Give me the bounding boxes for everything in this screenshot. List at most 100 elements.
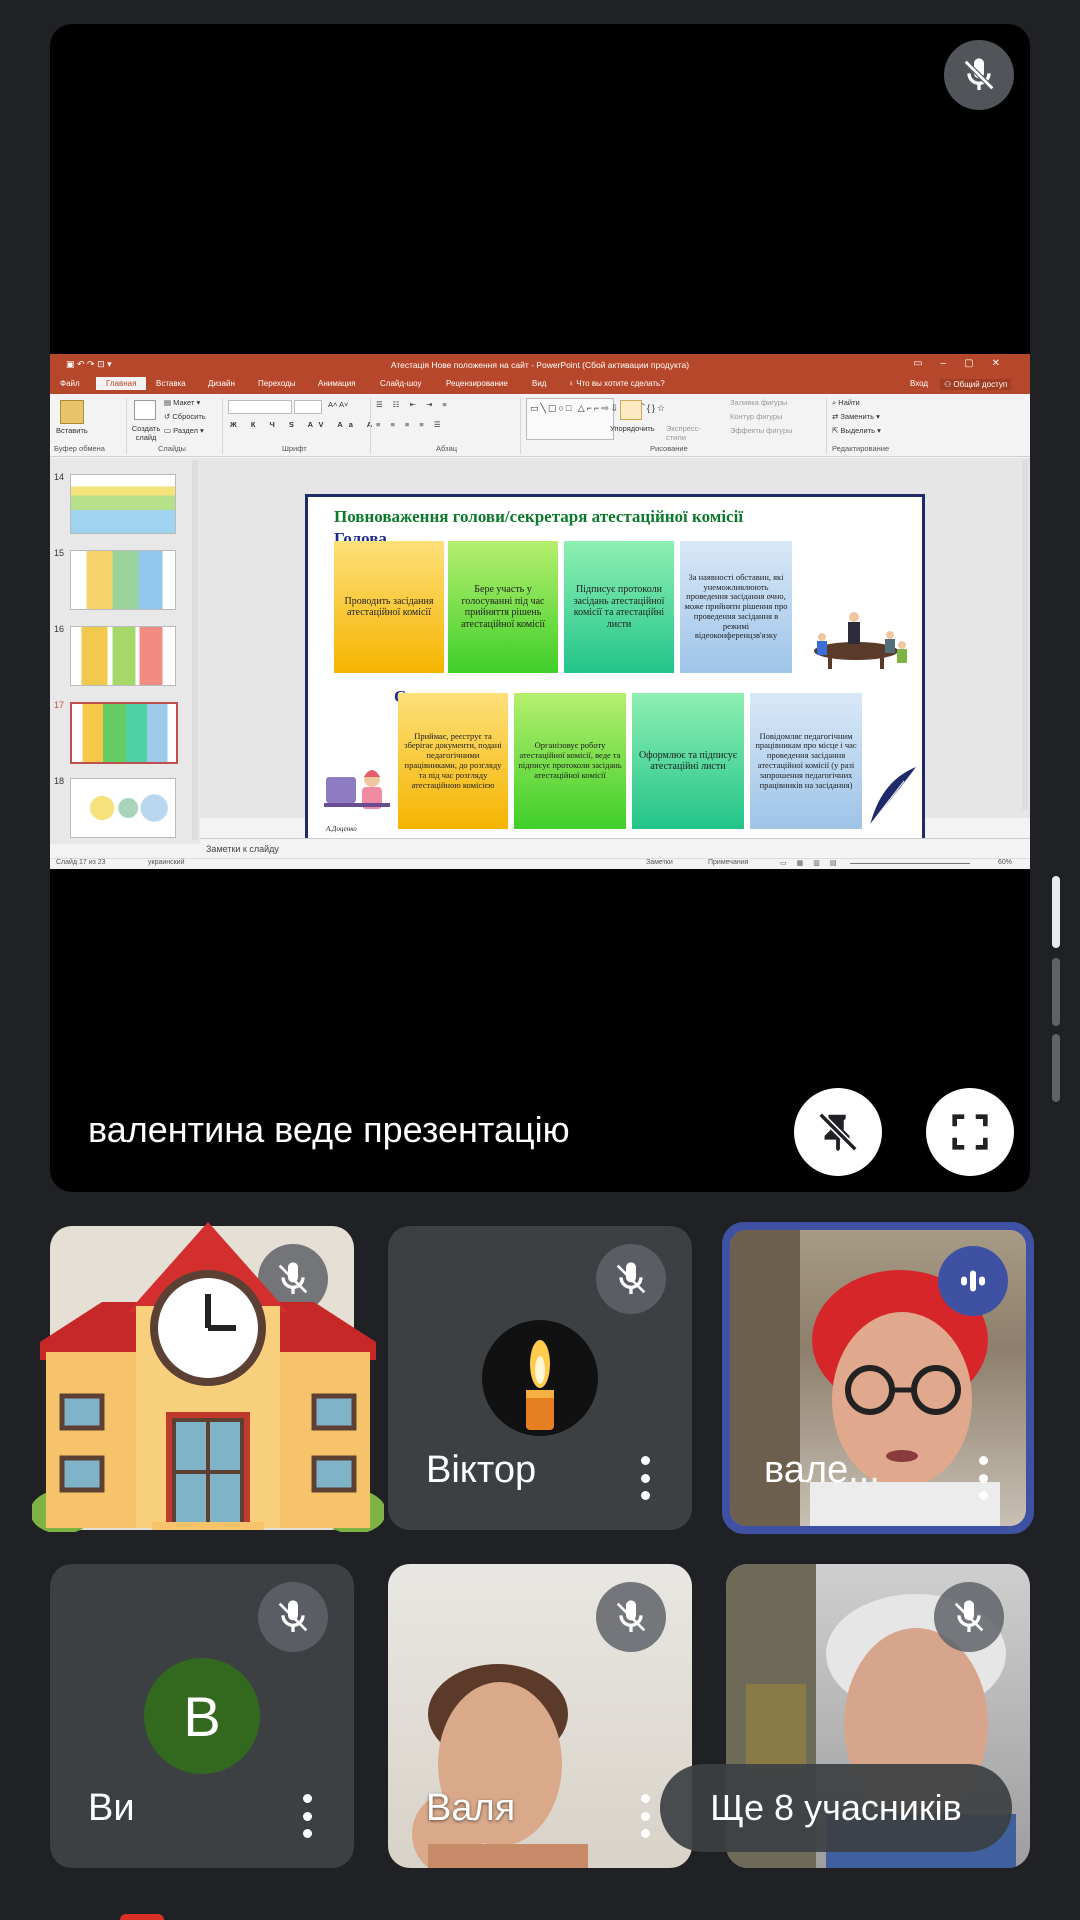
slide-thumbnail[interactable] <box>70 778 176 838</box>
participant-name: Ви <box>88 1787 135 1829</box>
scroll-indicator <box>1052 1034 1060 1102</box>
paste-button[interactable]: Вставить <box>56 426 88 435</box>
share-button[interactable]: ⚇ Общий доступ <box>940 379 1012 390</box>
status-slide-count: Слайд 17 из 23 <box>56 859 106 866</box>
tab-insert[interactable]: Вставка <box>156 379 186 388</box>
tab-file[interactable]: Файл <box>60 379 80 388</box>
thumb-number: 14 <box>54 472 65 482</box>
find-button[interactable]: ⌕ Найти <box>832 398 860 408</box>
fullscreen-icon <box>952 1114 988 1150</box>
scroll-indicator <box>1052 958 1060 1026</box>
tab-slideshow[interactable]: Слайд-шоу <box>380 379 421 388</box>
arrange-icon[interactable] <box>620 400 642 420</box>
head-card-3: Підписує протоколи засідань атестаційної… <box>564 541 674 673</box>
list-icons[interactable]: ☰ ☷ ⇤ ⇥ ≡ <box>376 400 451 409</box>
replace-label: Заменить <box>840 412 875 421</box>
shape-fill-button[interactable]: Заливка фигуры <box>730 398 787 407</box>
tab-review[interactable]: Рецензирование <box>446 379 508 388</box>
signin-link[interactable]: Вход <box>910 379 928 388</box>
tab-view[interactable]: Вид <box>532 379 546 388</box>
notes-pane[interactable]: Заметки к слайду <box>200 838 1030 859</box>
mic-off-icon <box>596 1582 666 1652</box>
participant-tile[interactable]: Валя <box>388 1564 692 1868</box>
participant-name: Валя <box>426 1787 516 1829</box>
tab-transitions[interactable]: Переходы <box>258 379 296 388</box>
find-label: Найти <box>838 398 860 407</box>
more-options-icon[interactable] <box>300 1794 314 1838</box>
unpin-icon <box>818 1112 858 1152</box>
meeting-illustration <box>798 609 914 671</box>
slide-thumbnail-selected[interactable] <box>70 702 178 764</box>
slide-thumbnails-pane[interactable]: 14 15 16 17 18 <box>50 458 200 844</box>
participant-tile-self[interactable]: В Ви <box>50 1564 354 1868</box>
more-participants-button[interactable]: Ще 8 учасників <box>660 1764 1012 1852</box>
layout-label: Макет <box>173 398 195 407</box>
font-name-box[interactable] <box>228 400 292 414</box>
new-slide-button[interactable]: Создать слайд <box>126 424 166 442</box>
font-format-icons[interactable]: Ж К Ч S AV Aa A <box>230 420 378 429</box>
secretary-card-2: Організовує роботу атестаційної комісії,… <box>514 693 626 829</box>
candle-avatar <box>482 1320 598 1436</box>
canvas-scrollbar[interactable] <box>1022 460 1028 810</box>
more-options-icon[interactable] <box>638 1456 652 1500</box>
tell-me-box[interactable]: ♀ Что вы хотите сделать? <box>568 379 665 388</box>
participant-name: Віктор <box>426 1449 537 1491</box>
view-buttons[interactable]: ▭▦▥▤ <box>780 859 846 867</box>
slide-thumbnail[interactable] <box>70 550 176 610</box>
tab-home[interactable]: Главная <box>96 377 147 390</box>
shapes-icons: ▭╲▢○□ △⌐⌐⇨⇩ ⌒⌒{}☆ <box>530 403 667 413</box>
select-label: Выделить <box>840 426 875 435</box>
tab-animation[interactable]: Анимация <box>318 379 356 388</box>
status-zoom[interactable]: 60% <box>998 859 1012 866</box>
slide-thumbnail[interactable] <box>70 474 176 534</box>
status-notes[interactable]: Заметки <box>646 859 673 866</box>
thumbs-scrollbar[interactable] <box>192 460 198 840</box>
more-options-icon[interactable] <box>976 1456 990 1500</box>
status-comments[interactable]: Примечания <box>708 859 748 866</box>
tab-design[interactable]: Дизайн <box>208 379 235 388</box>
thumb-number: 18 <box>54 776 65 786</box>
font-grow-icon[interactable]: A˄ A˅ <box>328 400 348 409</box>
zoom-slider[interactable] <box>850 863 970 864</box>
section-label: Раздел <box>173 426 198 435</box>
new-slide-icon[interactable] <box>134 400 156 420</box>
more-options-icon[interactable] <box>638 1794 652 1838</box>
ppt-title-bar: ▣ ↶ ↷ ⊡ ▾ Атестація Нове положення на са… <box>50 354 1030 376</box>
participant-tile-speaking[interactable]: вале... <box>722 1222 1034 1534</box>
mic-off-icon <box>596 1244 666 1314</box>
shape-effects-button[interactable]: Эффекты фигуры <box>730 426 793 435</box>
slide-title: Повноваження голови/секретаря атестаційн… <box>334 507 744 526</box>
ppt-status-bar: Слайд 17 из 23 украинский Заметки Примеч… <box>50 858 1030 869</box>
replace-button[interactable]: ⇄ Заменить ▾ <box>832 412 880 421</box>
quick-styles-button[interactable]: Экспресс-стили <box>666 424 706 442</box>
thumb-number: 17 <box>54 700 65 710</box>
slide-thumbnail[interactable] <box>70 626 176 686</box>
ppt-ribbon-tabs: Файл Главная Вставка Дизайн Переходы Ани… <box>50 376 1030 394</box>
shape-outline-button[interactable]: Контур фигуры <box>730 412 782 421</box>
participant-tile[interactable]: Віктор <box>388 1226 692 1530</box>
status-language: украинский <box>148 859 185 866</box>
group-drawing: Рисование <box>650 444 688 453</box>
fullscreen-button[interactable] <box>926 1088 1014 1176</box>
presentation-tile[interactable]: ▣ ↶ ↷ ⊡ ▾ Атестація Нове положення на са… <box>50 24 1030 1192</box>
thumb-number: 16 <box>54 624 65 634</box>
paste-icon[interactable] <box>60 400 84 424</box>
presenter-label: валентина веде презентацію <box>88 1109 570 1150</box>
ppt-window-title: Атестація Нове положення на сайт - Power… <box>390 360 690 370</box>
end-call-button-edge[interactable] <box>120 1914 164 1920</box>
section-button[interactable]: ▭ Раздел ▾ <box>164 426 204 435</box>
share-label: Общий доступ <box>953 380 1008 389</box>
select-button[interactable]: ⇱ Выделить ▾ <box>832 426 881 435</box>
candle-icon <box>526 1340 554 1430</box>
arrange-button[interactable]: Упорядочить <box>610 424 655 433</box>
participant-name: вале... <box>764 1449 880 1491</box>
group-paragraph: Абзац <box>436 444 458 453</box>
font-size-box[interactable] <box>294 400 322 414</box>
shapes-gallery[interactable]: ▭╲▢○□ △⌐⌐⇨⇩ ⌒⌒{}☆ <box>526 398 665 440</box>
align-icons[interactable]: ≡ ≡ ≡ ≡ ☰ <box>376 420 445 429</box>
ppt-ribbon: Вставить Создать слайд ▤ Макет ▾ ↺ Сброс… <box>50 394 1030 457</box>
layout-button[interactable]: ▤ Макет ▾ <box>164 398 200 407</box>
unpin-button[interactable] <box>794 1088 882 1176</box>
reset-button[interactable]: ↺ Сбросить <box>164 412 206 421</box>
speaking-indicator-icon <box>938 1246 1008 1316</box>
